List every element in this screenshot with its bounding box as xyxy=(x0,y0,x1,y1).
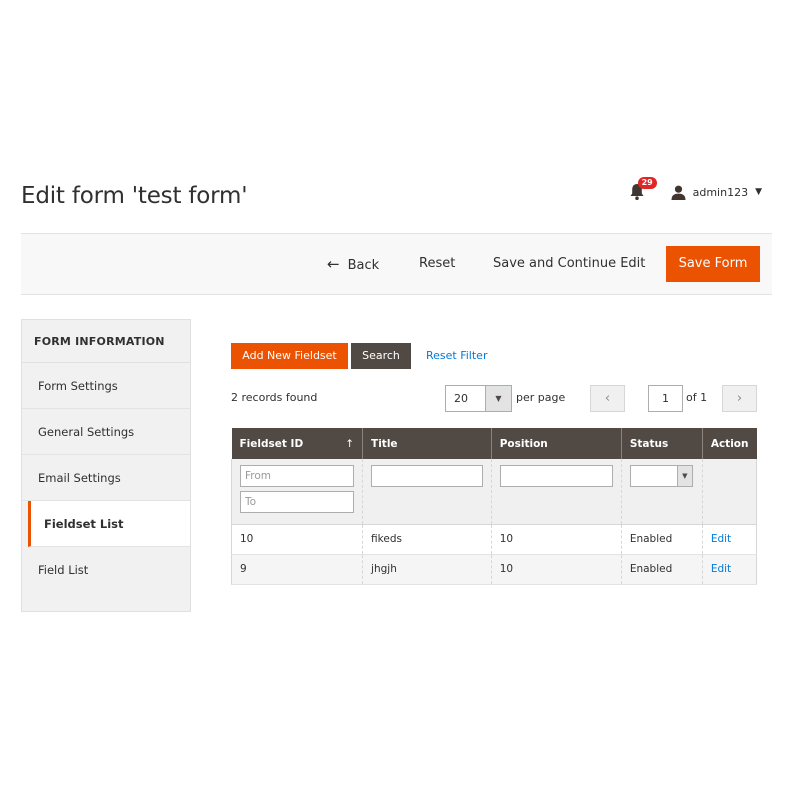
cell-status: Enabled xyxy=(620,554,703,585)
per-page-select[interactable]: 20 ▼ xyxy=(445,385,512,412)
sort-arrow-up-icon: ↑ xyxy=(345,437,355,450)
column-header-position[interactable]: Position xyxy=(490,428,622,459)
notification-count-badge: 29 xyxy=(637,177,657,189)
header-actions: 29 admin123 ▼ xyxy=(629,177,762,201)
cell-position: 10 xyxy=(490,554,622,585)
filter-cell-id xyxy=(230,459,363,525)
grid-header-row: Fieldset ID ↑ Title Position Status Acti… xyxy=(231,428,757,459)
edit-link[interactable]: Edit xyxy=(711,563,731,575)
page-total: of 1 xyxy=(686,391,708,404)
save-and-continue-button[interactable]: Save and Continue Edit xyxy=(493,234,645,294)
cell-action: Edit xyxy=(701,554,758,585)
column-header-action: Action xyxy=(701,428,757,459)
reset-button[interactable]: Reset xyxy=(419,234,455,294)
cell-id: 10 xyxy=(230,524,363,555)
per-page-label: per page xyxy=(516,391,566,404)
fieldset-grid: Fieldset ID ↑ Title Position Status Acti… xyxy=(230,428,758,585)
page-number-input[interactable] xyxy=(648,385,683,412)
notifications-button[interactable]: 29 xyxy=(629,177,657,201)
filter-cell-status: ▼ xyxy=(620,459,703,525)
cell-title: fikeds xyxy=(362,524,492,555)
cell-status: Enabled xyxy=(620,524,703,555)
grid-filter-row: ▼ xyxy=(230,459,758,525)
next-page-button[interactable]: › xyxy=(722,385,757,412)
edit-link[interactable]: Edit xyxy=(711,533,731,545)
sidebar-item-fieldset-list[interactable]: Fieldset List xyxy=(28,501,190,547)
user-menu[interactable]: admin123 ▼ xyxy=(671,185,762,200)
column-header-title[interactable]: Title xyxy=(362,428,492,459)
cell-position: 10 xyxy=(490,524,622,555)
table-row: 10 fikeds 10 Enabled Edit xyxy=(230,524,758,555)
filter-cell-title xyxy=(362,459,492,525)
filter-id-to-input[interactable] xyxy=(240,491,355,513)
arrow-left-icon: ← xyxy=(327,255,340,273)
back-button[interactable]: ← Back xyxy=(327,234,379,294)
column-label: Fieldset ID xyxy=(239,437,304,450)
form-information-sidebar: FORM INFORMATION Form Settings General S… xyxy=(21,319,191,612)
cell-action: Edit xyxy=(701,524,758,555)
records-count: 2 records found xyxy=(231,391,318,404)
add-new-fieldset-button[interactable]: Add New Fieldset xyxy=(231,343,348,369)
filter-id-from-input[interactable] xyxy=(240,465,355,487)
reset-filter-link[interactable]: Reset Filter xyxy=(426,343,487,369)
sidebar-item-field-list[interactable]: Field List xyxy=(22,547,190,593)
chevron-down-icon: ▼ xyxy=(676,466,692,486)
save-form-button[interactable]: Save Form xyxy=(666,246,760,282)
page-actions-bar: ← Back Reset Save and Continue Edit Save … xyxy=(21,233,772,295)
column-header-status[interactable]: Status xyxy=(620,428,703,459)
chevron-down-icon[interactable]: ▼ xyxy=(485,386,511,411)
page-title: Edit form 'test form' xyxy=(21,183,248,209)
sidebar-item-general-settings[interactable]: General Settings xyxy=(22,409,190,455)
previous-page-button[interactable]: ‹ xyxy=(590,385,625,412)
user-name: admin123 xyxy=(692,185,749,199)
column-header-fieldset-id[interactable]: Fieldset ID ↑ xyxy=(231,428,363,459)
table-row: 9 jhgjh 10 Enabled Edit xyxy=(230,554,758,585)
filter-title-input[interactable] xyxy=(371,465,483,487)
per-page-value: 20 xyxy=(454,392,468,405)
filter-position-input[interactable] xyxy=(499,465,613,487)
search-button[interactable]: Search xyxy=(351,343,411,369)
filter-cell-action xyxy=(701,459,758,525)
cell-id: 9 xyxy=(230,554,363,585)
back-label: Back xyxy=(347,258,380,273)
sidebar-item-email-settings[interactable]: Email Settings xyxy=(22,455,190,501)
chevron-down-icon: ▼ xyxy=(755,187,762,197)
filter-cell-position xyxy=(490,459,622,525)
cell-title: jhgjh xyxy=(362,554,492,585)
filter-status-select[interactable]: ▼ xyxy=(629,465,693,487)
sidebar-heading: FORM INFORMATION xyxy=(22,320,190,363)
user-icon xyxy=(671,185,686,200)
sidebar-item-form-settings[interactable]: Form Settings xyxy=(22,363,190,409)
